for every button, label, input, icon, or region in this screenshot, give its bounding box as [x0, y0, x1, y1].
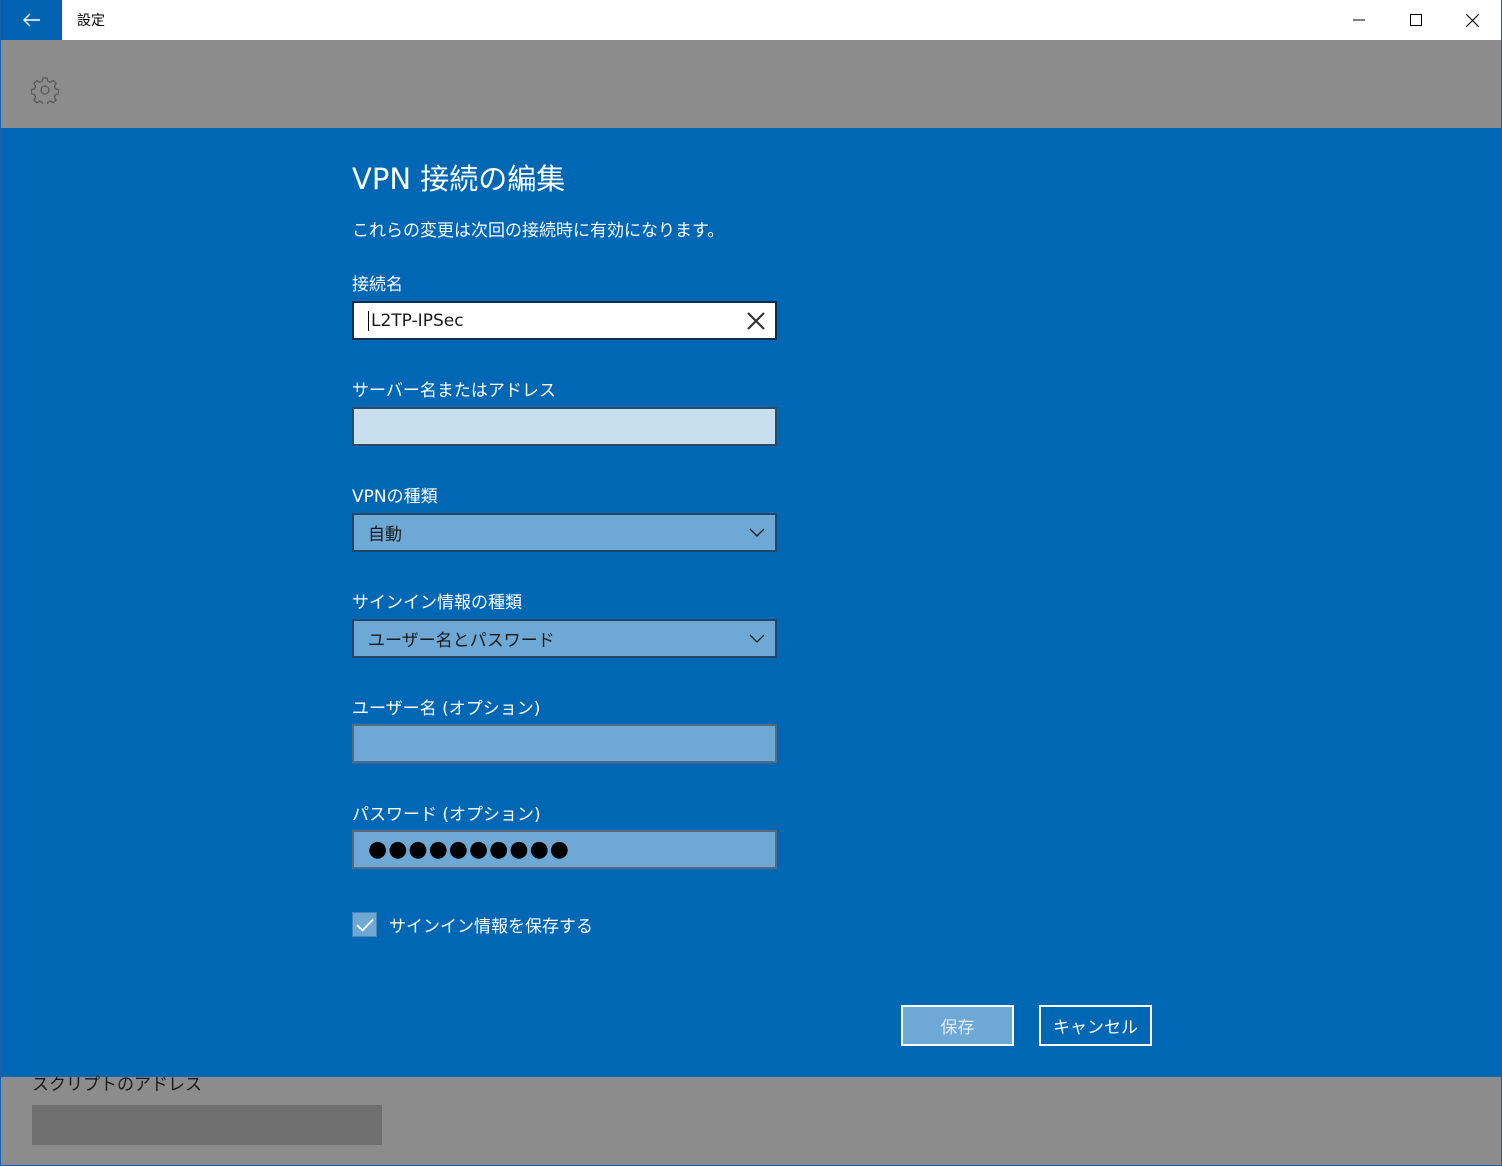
- window-title: 設定: [77, 13, 105, 29]
- signin-type-value: ユーザー名とパスワード: [368, 631, 555, 651]
- signin-type-label: サインイン情報の種類: [352, 593, 522, 613]
- clear-icon[interactable]: [745, 310, 767, 332]
- settings-window: 設定 VPN 接続の編集 これらの変更は次回の接続時に有効になります。 接続名: [0, 0, 1502, 1166]
- maximize-button[interactable]: [1387, 0, 1444, 40]
- vpn-edit-dialog: VPN 接続の編集 これらの変更は次回の接続時に有効になります。 接続名 L2T…: [1, 128, 1501, 1077]
- connection-name-value: L2TP-IPSec: [371, 310, 464, 331]
- vpn-type-value: 自動: [368, 525, 402, 545]
- connection-name-input[interactable]: L2TP-IPSec: [352, 301, 777, 340]
- username-label: ユーザー名 (オプション): [352, 699, 541, 719]
- password-value: ●●●●●●●●●●: [368, 837, 570, 862]
- vpn-type-select[interactable]: 自動: [352, 513, 777, 552]
- chevron-down-icon: [749, 528, 765, 537]
- password-input[interactable]: ●●●●●●●●●●: [352, 830, 777, 869]
- chevron-down-icon: [749, 634, 765, 643]
- dialog-subtitle: これらの変更は次回の接続時に有効になります。: [352, 221, 725, 241]
- username-input[interactable]: [352, 724, 777, 763]
- script-address-input[interactable]: [32, 1105, 382, 1145]
- cancel-button[interactable]: キャンセル: [1039, 1005, 1152, 1046]
- minimize-icon: [1352, 19, 1365, 21]
- settings-header: [1, 40, 1501, 128]
- server-label: サーバー名またはアドレス: [352, 381, 556, 401]
- close-icon: [1466, 13, 1479, 27]
- minimize-button[interactable]: [1330, 0, 1387, 40]
- title-bar: 設定: [1, 0, 1501, 40]
- gear-icon: [31, 77, 59, 104]
- dialog-title: VPN 接続の編集: [352, 162, 566, 196]
- text-caret: [368, 310, 369, 331]
- remember-signin-label: サインイン情報を保存する: [389, 917, 593, 937]
- server-input[interactable]: [352, 407, 777, 446]
- remember-signin-row[interactable]: サインイン情報を保存する: [352, 912, 593, 937]
- password-label: パスワード (オプション): [352, 805, 541, 825]
- maximize-icon: [1409, 14, 1422, 26]
- remember-signin-checkbox[interactable]: [352, 912, 377, 937]
- back-button[interactable]: [1, 0, 62, 40]
- signin-type-select[interactable]: ユーザー名とパスワード: [352, 619, 777, 658]
- back-arrow-icon: [22, 13, 40, 27]
- checkmark-icon: [355, 918, 374, 932]
- close-button[interactable]: [1444, 0, 1501, 40]
- connection-name-label: 接続名: [352, 275, 403, 295]
- vpn-type-label: VPNの種類: [352, 487, 438, 507]
- save-button[interactable]: 保存: [901, 1005, 1014, 1046]
- script-address-label: スクリプトのアドレス: [32, 1075, 202, 1095]
- window-controls: [1330, 0, 1501, 40]
